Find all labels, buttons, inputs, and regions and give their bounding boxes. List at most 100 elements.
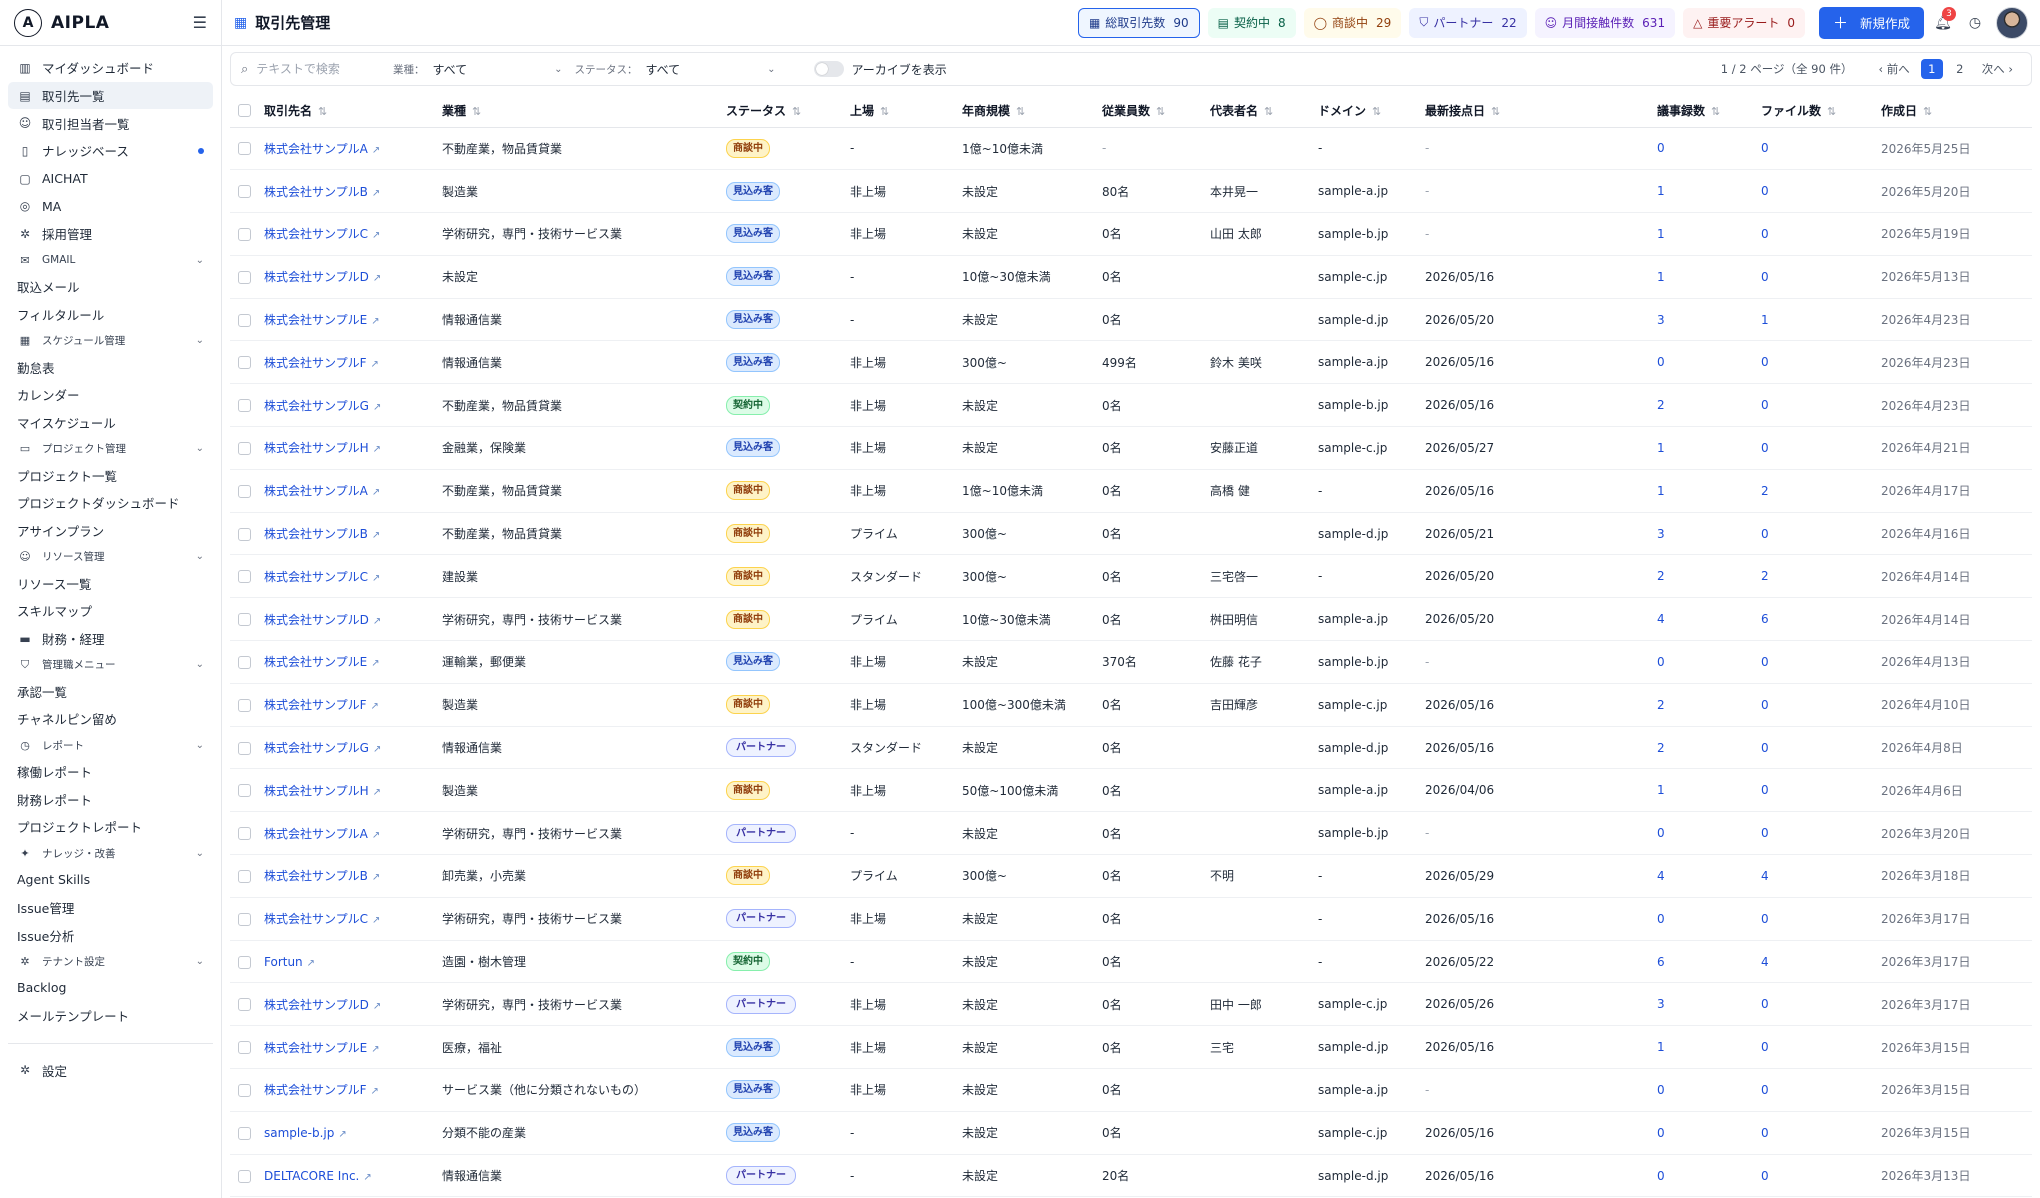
file-count-link[interactable]: 0 — [1761, 398, 1769, 412]
row-checkbox[interactable] — [238, 570, 251, 584]
table-row[interactable]: 株式会社サンプルB ↗ 不動産業，物品賃貸業 商談中 プライム 300億~ 0名 sample… — [230, 512, 2032, 556]
company-link[interactable]: 株式会社サンプルE — [264, 655, 367, 669]
minutes-count-link[interactable]: 0 — [1657, 1083, 1665, 1097]
table-row[interactable]: 株式会社サンプルH ↗ 製造業 商談中 非上場 50億~100億未満 0名 sample-a.… — [230, 768, 2032, 813]
row-checkbox[interactable] — [238, 998, 251, 1012]
sidebar-group[interactable]: ✲ テナント設定 ⌄ — [8, 949, 213, 974]
external-link-icon[interactable]: ↗ — [371, 1044, 379, 1055]
row-checkbox[interactable] — [238, 1041, 251, 1055]
minutes-count-link[interactable]: 1 — [1657, 270, 1665, 284]
file-count-link[interactable]: 0 — [1761, 227, 1769, 241]
table-row[interactable]: 株式会社サンプルE ↗ 情報通信業 見込み客 - 未設定 0名 sample-d.jp 2026… — [230, 298, 2032, 342]
table-row[interactable]: 株式会社サンプルF ↗ サービス業（他に分類されないもの） 見込み客 非上場 未設定 0名 s… — [230, 1068, 2032, 1112]
row-checkbox[interactable] — [238, 185, 251, 199]
row-checkbox[interactable] — [238, 1083, 251, 1097]
table-row[interactable]: 株式会社サンプルB ↗ 卸売業，小売業 商談中 プライム 300億~ 0名 不明 - 2026/0… — [230, 854, 2032, 898]
minutes-count-link[interactable]: 1 — [1657, 227, 1665, 241]
table-row[interactable]: 株式会社サンプルB ↗ 製造業 見込み客 非上場 未設定 80名 本井晃一 sample-a.j… — [230, 169, 2032, 214]
sidebar-group[interactable]: ✉ GMAIL ⌄ — [8, 248, 213, 273]
table-row[interactable]: 株式会社サンプルC ↗ 学術研究，専門・技術サービス業 見込み客 非上場 未設定 0名 山田 … — [230, 212, 2032, 256]
file-count-link[interactable]: 0 — [1761, 698, 1769, 712]
sidebar-item[interactable]: ▤ 取引先一覧 — [8, 81, 213, 110]
sort-icon[interactable]: ⇅ — [472, 105, 481, 118]
sidebar-item[interactable]: 財務レポート — [8, 785, 213, 813]
external-link-icon[interactable]: ↗ — [373, 616, 381, 627]
row-checkbox[interactable] — [238, 270, 251, 284]
row-checkbox[interactable] — [238, 484, 251, 498]
stat-nego[interactable]: ◯ 商談中 29 — [1303, 7, 1402, 38]
company-link[interactable]: 株式会社サンプルA — [264, 142, 368, 156]
sidebar-item[interactable]: カレンダー — [8, 381, 213, 409]
external-link-icon[interactable]: ↗ — [372, 830, 380, 841]
sidebar-item[interactable]: マイスケジュール — [8, 409, 213, 437]
company-link[interactable]: 株式会社サンプルC — [264, 570, 368, 584]
file-count-link[interactable]: 0 — [1761, 1083, 1769, 1097]
company-link[interactable]: Fortun — [264, 955, 303, 969]
column-header[interactable]: ファイル数 ⇅ — [1753, 94, 1873, 128]
external-link-icon[interactable]: ↗ — [372, 530, 380, 541]
sidebar-item[interactable]: メールテンプレート — [8, 1002, 213, 1030]
minutes-count-link[interactable]: 2 — [1657, 398, 1665, 412]
search-input[interactable] — [256, 62, 367, 76]
select-all-checkbox[interactable] — [238, 104, 251, 118]
file-count-link[interactable]: 0 — [1761, 1169, 1769, 1183]
row-checkbox[interactable] — [238, 1169, 251, 1183]
column-header[interactable]: 取引先名 ⇅ — [256, 94, 434, 128]
column-header[interactable]: 従業員数 ⇅ — [1094, 94, 1202, 128]
sidebar-item[interactable]: Issue分析 — [8, 921, 213, 949]
sidebar-item[interactable]: ☺ 取引担当者一覧 — [8, 109, 213, 137]
external-link-icon[interactable]: ↗ — [372, 188, 380, 199]
minutes-count-link[interactable]: 1 — [1657, 184, 1665, 198]
table-row[interactable]: 株式会社サンプルE ↗ 運輸業，郵便業 見込み客 非上場 未設定 370名 佐藤 花子 samp… — [230, 640, 2032, 684]
company-link[interactable]: sample-b.jp — [264, 1126, 334, 1140]
file-count-link[interactable]: 2 — [1761, 484, 1769, 498]
external-link-icon[interactable]: ↗ — [363, 1172, 371, 1183]
sidebar-item[interactable]: Agent Skills — [8, 866, 213, 894]
file-count-link[interactable]: 0 — [1761, 655, 1769, 669]
row-checkbox[interactable] — [238, 142, 251, 156]
company-link[interactable]: 株式会社サンプルC — [264, 227, 368, 241]
column-header[interactable]: 業種 ⇅ — [434, 94, 718, 128]
table-row[interactable]: 株式会社サンプルA ↗ 学術研究，専門・技術サービス業 パートナー - 未設定 0名 samp… — [230, 811, 2032, 856]
external-link-icon[interactable]: ↗ — [338, 1129, 346, 1140]
minutes-count-link[interactable]: 1 — [1657, 783, 1665, 797]
sort-icon[interactable]: ⇅ — [1264, 105, 1273, 118]
file-count-link[interactable]: 0 — [1761, 441, 1769, 455]
external-link-icon[interactable]: ↗ — [373, 402, 381, 413]
sidebar-item[interactable]: ▯ ナレッジベース — [8, 137, 213, 165]
file-count-link[interactable]: 0 — [1761, 783, 1769, 797]
file-count-link[interactable]: 0 — [1761, 527, 1769, 541]
stat-partner[interactable]: ⛉ パートナー 22 — [1409, 7, 1527, 38]
company-link[interactable]: 株式会社サンプルA — [264, 827, 368, 841]
sidebar-item[interactable]: ▥ マイダッシュボード — [8, 54, 213, 82]
table-row[interactable]: 株式会社サンプルD ↗ 学術研究，専門・技術サービス業 パートナー 非上場 未設定 0名 田中… — [230, 982, 2032, 1027]
file-count-link[interactable]: 0 — [1761, 355, 1769, 369]
minutes-count-link[interactable]: 6 — [1657, 955, 1665, 969]
row-checkbox[interactable] — [238, 784, 251, 798]
menu-toggle-icon[interactable]: ☰ — [193, 13, 207, 32]
table-row[interactable]: 株式会社サンプルG ↗ 情報通信業 パートナー スタンダード 未設定 0名 sample-d.… — [230, 726, 2032, 770]
external-link-icon[interactable]: ↗ — [372, 872, 380, 883]
company-link[interactable]: DELTACORE Inc. — [264, 1169, 359, 1183]
sidebar-group[interactable]: ▦ スケジュール管理 ⌄ — [8, 328, 213, 353]
sidebar-group[interactable]: ◷ レポート ⌄ — [8, 733, 213, 758]
file-count-link[interactable]: 0 — [1761, 1126, 1769, 1140]
sort-icon[interactable]: ⇅ — [318, 105, 327, 118]
external-link-icon[interactable]: ↗ — [372, 915, 380, 926]
column-header[interactable]: 上場 ⇅ — [842, 94, 954, 128]
prev-page-button[interactable]: ‹ 前へ — [1878, 61, 1909, 77]
row-checkbox[interactable] — [238, 955, 251, 969]
clock-icon[interactable]: ◷ — [1962, 15, 1988, 31]
external-link-icon[interactable]: ↗ — [373, 787, 381, 798]
minutes-count-link[interactable]: 3 — [1657, 997, 1665, 1011]
bell-icon[interactable]: 🔔︎ 3 — [1930, 6, 1956, 31]
sidebar-item[interactable]: プロジェクトレポート — [8, 813, 213, 841]
external-link-icon[interactable]: ↗ — [373, 273, 381, 284]
file-count-link[interactable]: 0 — [1761, 741, 1769, 755]
company-link[interactable]: 株式会社サンプルF — [264, 698, 367, 712]
industry-select[interactable]: すべて ⌄ — [433, 61, 563, 78]
minutes-count-link[interactable]: 0 — [1657, 355, 1665, 369]
company-link[interactable]: 株式会社サンプルC — [264, 912, 368, 926]
status-select[interactable]: すべて ⌄ — [646, 61, 776, 78]
file-count-link[interactable]: 0 — [1761, 912, 1769, 926]
